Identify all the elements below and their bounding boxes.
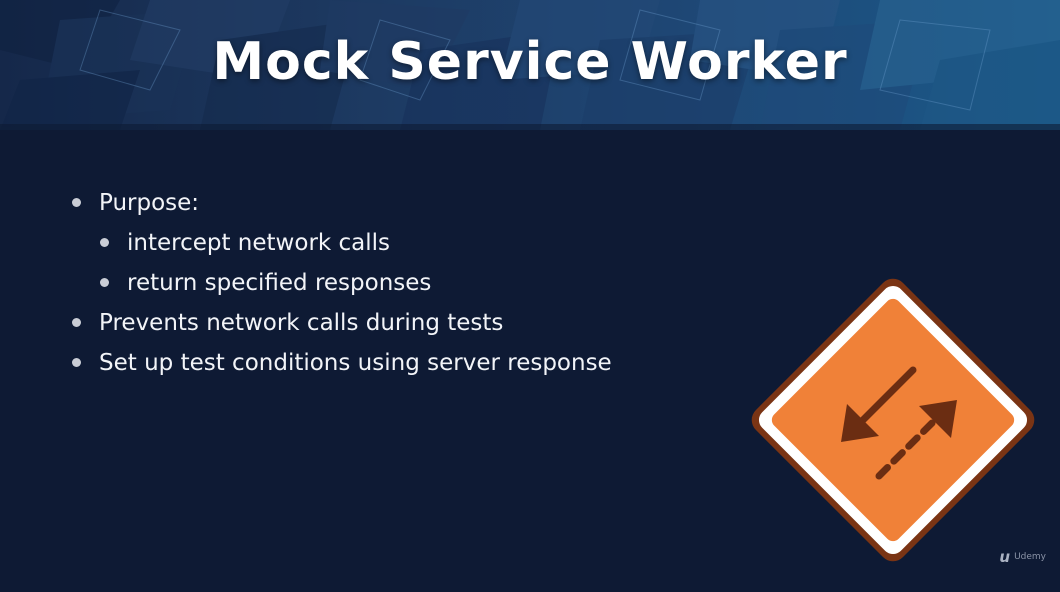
bullet-dot-icon	[72, 318, 81, 327]
header-banner: Mock Service Worker	[0, 0, 1060, 130]
bullet-text: Purpose:	[99, 190, 200, 216]
sub-bullet-item: return specified responses	[72, 263, 612, 303]
bullet-text: return specified responses	[127, 270, 432, 296]
bullet-item: Set up test conditions using server resp…	[72, 343, 612, 383]
bullet-dot-icon	[100, 278, 109, 287]
two-way-arrows-diamond-sign-icon	[751, 278, 1035, 562]
bullet-dot-icon	[100, 238, 109, 247]
bullet-text: Set up test conditions using server resp…	[99, 350, 612, 376]
bullet-list: Purpose: intercept network calls return …	[72, 183, 612, 383]
bullet-dot-icon	[72, 198, 81, 207]
slide-title: Mock Service Worker	[212, 32, 848, 92]
bullet-item: Purpose:	[72, 183, 612, 223]
bullet-text: intercept network calls	[127, 230, 391, 256]
bullet-dot-icon	[72, 358, 81, 367]
sub-bullet-item: intercept network calls	[72, 223, 612, 263]
bullet-text: Prevents network calls during tests	[99, 310, 504, 336]
udemy-watermark: u Udemy	[999, 548, 1046, 566]
bullet-item: Prevents network calls during tests	[72, 303, 612, 343]
udemy-logo-icon: u	[999, 548, 1011, 566]
watermark-text: Udemy	[1014, 552, 1046, 562]
slide: Mock Service Worker Purpose: intercept n…	[0, 0, 1060, 592]
